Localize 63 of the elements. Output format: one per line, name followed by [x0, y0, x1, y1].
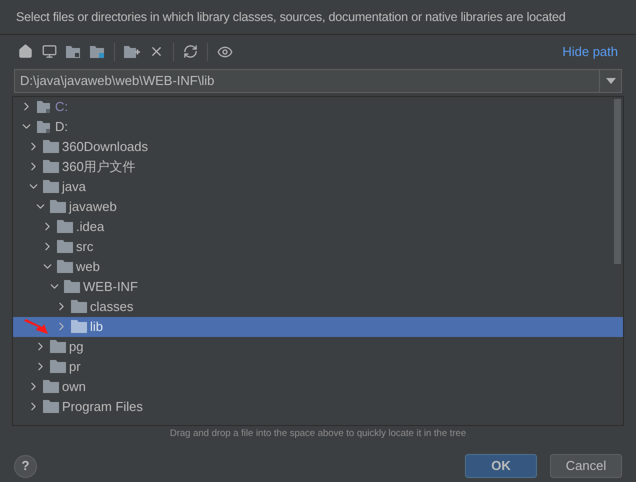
refresh-icon[interactable]	[183, 44, 198, 60]
folder-icon	[43, 180, 59, 194]
folder-icon	[57, 220, 73, 234]
tree-label: javaweb	[69, 198, 117, 216]
folder-icon	[57, 240, 73, 254]
tree-label: C:	[55, 98, 68, 116]
folder-icon	[43, 380, 59, 394]
desktop-icon[interactable]	[42, 44, 57, 60]
dialog-description: Select files or directories in which library classes, sources, documentation or native libraries are located	[16, 9, 566, 26]
tree-row[interactable]: lib	[13, 316, 623, 337]
folder-icon	[50, 200, 66, 214]
tree-row[interactable]: D:	[13, 116, 623, 137]
tree-row[interactable]: classes	[13, 296, 623, 317]
folder-icon	[71, 300, 87, 314]
help-button[interactable]: ?	[14, 454, 37, 478]
drive-icon	[36, 100, 52, 114]
new-folder-icon[interactable]	[124, 44, 140, 59]
tree-label: classes	[90, 298, 134, 316]
annotation-arrow	[23, 318, 49, 335]
folder-icon[interactable]	[66, 44, 81, 59]
tree-row[interactable]: java	[13, 176, 623, 197]
tree-row[interactable]: javaweb	[13, 196, 623, 217]
tree-label: D:	[55, 118, 68, 136]
scrollbar[interactable]	[614, 98, 621, 264]
tree-row[interactable]: pr	[13, 356, 623, 377]
folder-icon	[43, 160, 59, 174]
folder-icon	[43, 140, 59, 154]
home-icon[interactable]	[18, 44, 33, 60]
tree-label: Program Files	[62, 398, 143, 416]
tree-label: 360用户文件	[62, 158, 136, 176]
tree-row[interactable]: pg	[13, 336, 623, 357]
tree-row[interactable]: src	[13, 236, 623, 257]
tree-label: own	[62, 378, 86, 396]
tree-label: pg	[69, 338, 84, 356]
folder-icon[interactable]	[90, 44, 105, 59]
tree-row[interactable]: 360Downloads	[13, 136, 623, 157]
tree-label: lib	[90, 318, 104, 336]
tree-row[interactable]: Program Files	[13, 396, 623, 417]
tree-label: pr	[69, 358, 81, 376]
hint-text: Drag and drop a file into the space above to quickly locate it in the tree	[168, 426, 468, 441]
tree-row[interactable]: C:	[13, 96, 623, 117]
tree-label: src	[76, 238, 94, 256]
tree-label: WEB-INF	[83, 278, 138, 296]
hide-path-link[interactable]: Hide path	[562, 42, 618, 62]
folder-icon	[50, 340, 66, 354]
tree-label: .idea	[76, 218, 104, 236]
folder-icon	[43, 400, 59, 414]
folder-icon	[71, 320, 87, 334]
tree-row[interactable]: web	[13, 256, 623, 277]
drive-icon	[36, 120, 52, 134]
tree-row[interactable]: own	[13, 376, 623, 397]
folder-icon	[57, 260, 73, 274]
ok-button[interactable]: OK	[465, 454, 537, 478]
tree-label: 360Downloads	[62, 138, 148, 156]
tree-row[interactable]: .idea	[13, 216, 623, 237]
cancel-button[interactable]: Cancel	[550, 454, 622, 478]
dropdown-caret-icon[interactable]	[606, 78, 616, 84]
folder-icon	[50, 360, 66, 374]
tree-label: web	[76, 258, 100, 276]
tree-label: java	[62, 178, 86, 196]
tree-row[interactable]: 360用户文件	[13, 156, 623, 177]
tree-row[interactable]: WEB-INF	[13, 276, 623, 297]
folder-icon	[64, 280, 80, 294]
